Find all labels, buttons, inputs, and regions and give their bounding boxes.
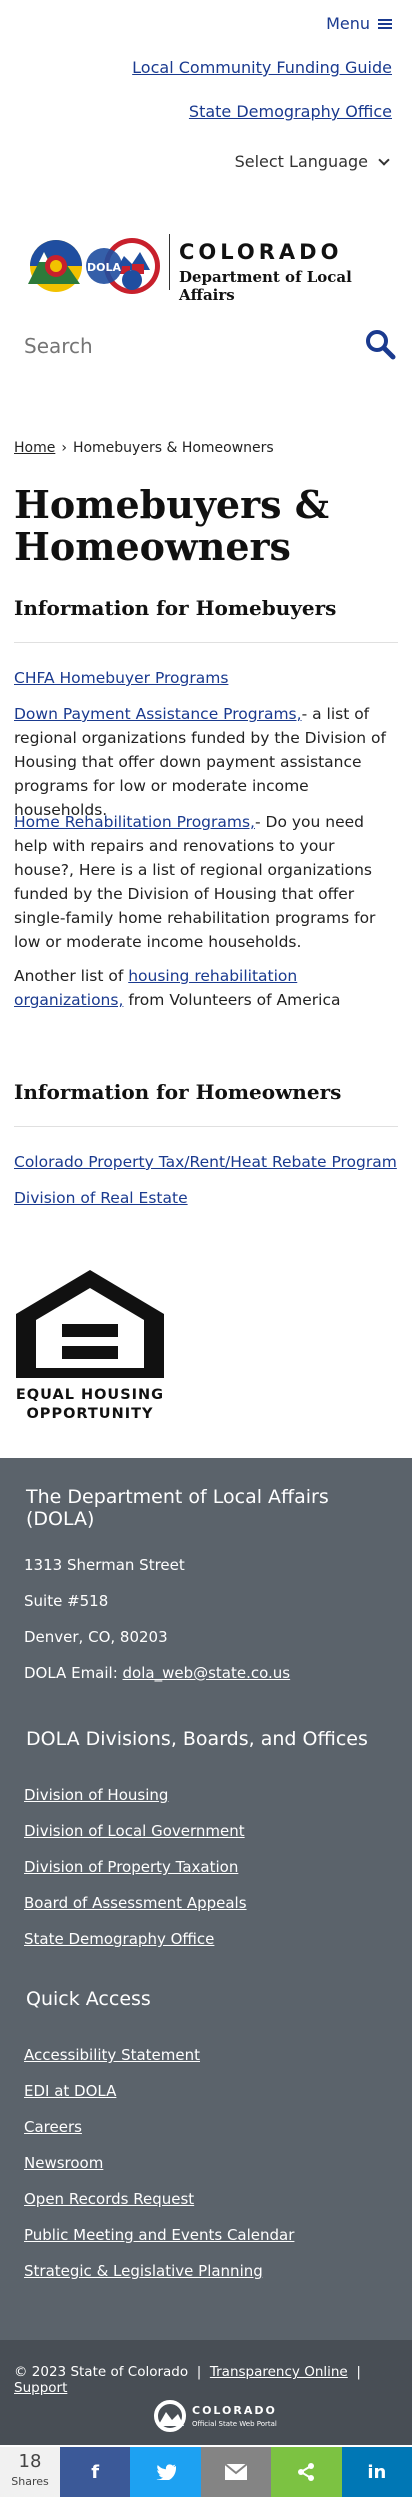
- eho-line1: EQUAL HOUSING: [16, 1387, 164, 1403]
- footer-email-row: DOLA Email: dola_web@state.co.us: [24, 1664, 290, 1682]
- homeowners-section-header: Information for Homeowners: [14, 1080, 398, 1127]
- logo-line-department: Department of Local Affairs: [179, 268, 352, 304]
- footer-quick-link[interactable]: EDI at DOLA: [24, 2082, 116, 2100]
- chevron-down-icon: [378, 153, 390, 166]
- search-bar: [24, 326, 396, 366]
- down-payment-paragraph: Down Payment Assistance Programs,- a lis…: [14, 702, 398, 822]
- separator: |: [192, 2364, 206, 2380]
- home-rehabilitation-programs-link[interactable]: Home Rehabilitation Programs,: [14, 813, 255, 831]
- another-list-prefix: Another list of: [14, 967, 129, 985]
- rehab-paragraph: Home Rehabilitation Programs,- Do you ne…: [14, 810, 398, 954]
- footer-quick-link[interactable]: Public Meeting and Events Calendar: [24, 2226, 294, 2244]
- general-share-button[interactable]: [271, 2447, 342, 2497]
- colorado-portal-icon: COLORADO Official State Web Portal: [154, 2400, 277, 2432]
- dola-badge-text: DOLA: [87, 261, 121, 274]
- footer-address-line: Suite #518: [24, 1592, 109, 1610]
- footer-quick-access-heading: Quick Access: [26, 1988, 151, 2010]
- footer-email-label: DOLA Email:: [24, 1664, 123, 1682]
- footer-division-link[interactable]: Board of Assessment Appeals: [24, 1894, 247, 1912]
- search-input[interactable]: [24, 326, 344, 366]
- footer-divisions-heading: DOLA Divisions, Boards, and Offices: [26, 1728, 368, 1750]
- share-icon: [298, 2463, 315, 2481]
- twitter-share-button[interactable]: [130, 2447, 201, 2497]
- footer-quick-link[interactable]: Accessibility Statement: [24, 2046, 200, 2064]
- page-title: Homebuyers & Homeowners: [14, 482, 330, 569]
- real-estate-paragraph: Division of Real Estate: [14, 1186, 398, 1210]
- colorado-dola-seal-icon: DOLA: [28, 238, 160, 294]
- homeowners-heading: Information for Homeowners: [14, 1080, 342, 1104]
- footer-email-link[interactable]: dola_web@state.co.us: [123, 1664, 291, 1682]
- local-community-funding-guide-link[interactable]: Local Community Funding Guide: [132, 58, 392, 77]
- footer-quick-link[interactable]: Careers: [24, 2118, 82, 2136]
- breadcrumb-separator-icon: ›: [61, 440, 67, 456]
- down-payment-assistance-link[interactable]: Down Payment Assistance Programs,: [14, 705, 302, 723]
- portal-logo-line2: Official State Web Portal: [192, 2420, 277, 2428]
- state-demography-office-link[interactable]: State Demography Office: [189, 102, 392, 121]
- footer-dept-heading: The Department of Local Affairs (DOLA): [26, 1486, 329, 1530]
- homebuyers-heading: Information for Homebuyers: [14, 596, 337, 620]
- menu-label: Menu: [326, 14, 370, 33]
- language-select[interactable]: Select Language: [234, 152, 390, 171]
- colorado-official-portal-logo[interactable]: COLORADO Official State Web Portal: [152, 2396, 282, 2436]
- chfa-paragraph: CHFA Homebuyer Programs: [14, 666, 398, 690]
- share-count-label: Shares: [11, 2475, 49, 2488]
- twitter-icon: [156, 2464, 176, 2480]
- share-count-number: 18: [18, 2451, 42, 2472]
- footer-bottom-bar: © 2023 State of Colorado | Transparency …: [0, 2340, 412, 2445]
- equal-housing-house-icon: EQUAL HOUSING OPPORTUNITY: [16, 1270, 164, 1422]
- footer-quick-link[interactable]: Newsroom: [24, 2154, 103, 2172]
- rehab-text: - Do you need help with repairs and reno…: [14, 813, 376, 951]
- breadcrumb-home-link[interactable]: Home: [14, 440, 55, 456]
- logo-line-colorado: COLORADO: [179, 240, 343, 264]
- eho-line2: OPPORTUNITY: [26, 1406, 153, 1422]
- section-divider: [14, 1126, 398, 1127]
- dola-logo[interactable]: DOLA COLORADO Department of Local Affair…: [24, 232, 394, 304]
- footer-division-link[interactable]: Division of Housing: [24, 1786, 168, 1804]
- portal-logo-line1: COLORADO: [192, 2404, 277, 2417]
- share-count: 18 Shares: [0, 2447, 60, 2497]
- support-link[interactable]: Support: [14, 2380, 67, 2396]
- division-of-real-estate-link[interactable]: Division of Real Estate: [14, 1189, 188, 1207]
- menu-button[interactable]: Menu: [326, 14, 392, 33]
- homebuyers-section-header: Information for Homebuyers: [14, 596, 398, 643]
- transparency-online-link[interactable]: Transparency Online: [210, 2364, 348, 2380]
- property-tax-rebate-link[interactable]: Colorado Property Tax/Rent/Heat Rebate P…: [14, 1153, 397, 1171]
- footer-quick-link[interactable]: Open Records Request: [24, 2190, 194, 2208]
- footer-address-line: Denver, CO, 80203: [24, 1628, 168, 1646]
- breadcrumb-current: Homebuyers & Homeowners: [72, 440, 274, 456]
- hamburger-icon: [378, 18, 392, 30]
- search-button[interactable]: [364, 328, 396, 360]
- footer-division-link[interactable]: Division of Local Government: [24, 1822, 245, 1840]
- footer-division-link[interactable]: Division of Property Taxation: [24, 1858, 238, 1876]
- linkedin-share-button[interactable]: in: [341, 2447, 412, 2497]
- equal-housing-opportunity-logo: EQUAL HOUSING OPPORTUNITY: [14, 1270, 166, 1422]
- property-tax-paragraph: Colorado Property Tax/Rent/Heat Rebate P…: [14, 1150, 398, 1174]
- footer-copyright-row: © 2023 State of Colorado | Transparency …: [14, 2364, 412, 2396]
- copyright-text: © 2023 State of Colorado: [14, 2364, 189, 2380]
- logo-divider: [169, 234, 170, 290]
- email-icon: [225, 2464, 248, 2480]
- footer-quick-link[interactable]: Strategic & Legislative Planning: [24, 2262, 263, 2280]
- footer-division-link[interactable]: State Demography Office: [24, 1930, 214, 1948]
- facebook-share-button[interactable]: f: [60, 2447, 131, 2497]
- site-footer: The Department of Local Affairs (DOLA) 1…: [0, 1458, 412, 2358]
- chfa-homebuyer-programs-link[interactable]: CHFA Homebuyer Programs: [14, 669, 228, 687]
- language-select-label: Select Language: [234, 152, 368, 171]
- share-bar: 18 Shares f in: [0, 2447, 412, 2497]
- linkedin-icon: in: [367, 2461, 387, 2483]
- footer-address-line: 1313 Sherman Street: [24, 1556, 185, 1574]
- search-icon: [366, 330, 396, 360]
- another-list-paragraph: Another list of housing rehabilitation o…: [14, 964, 398, 1012]
- another-list-suffix: from Volunteers of America: [123, 991, 341, 1009]
- breadcrumb: Home › Homebuyers & Homeowners: [14, 440, 274, 456]
- email-share-button[interactable]: [200, 2447, 272, 2497]
- separator: |: [352, 2364, 366, 2380]
- section-divider: [14, 642, 398, 643]
- facebook-icon: f: [91, 2461, 100, 2483]
